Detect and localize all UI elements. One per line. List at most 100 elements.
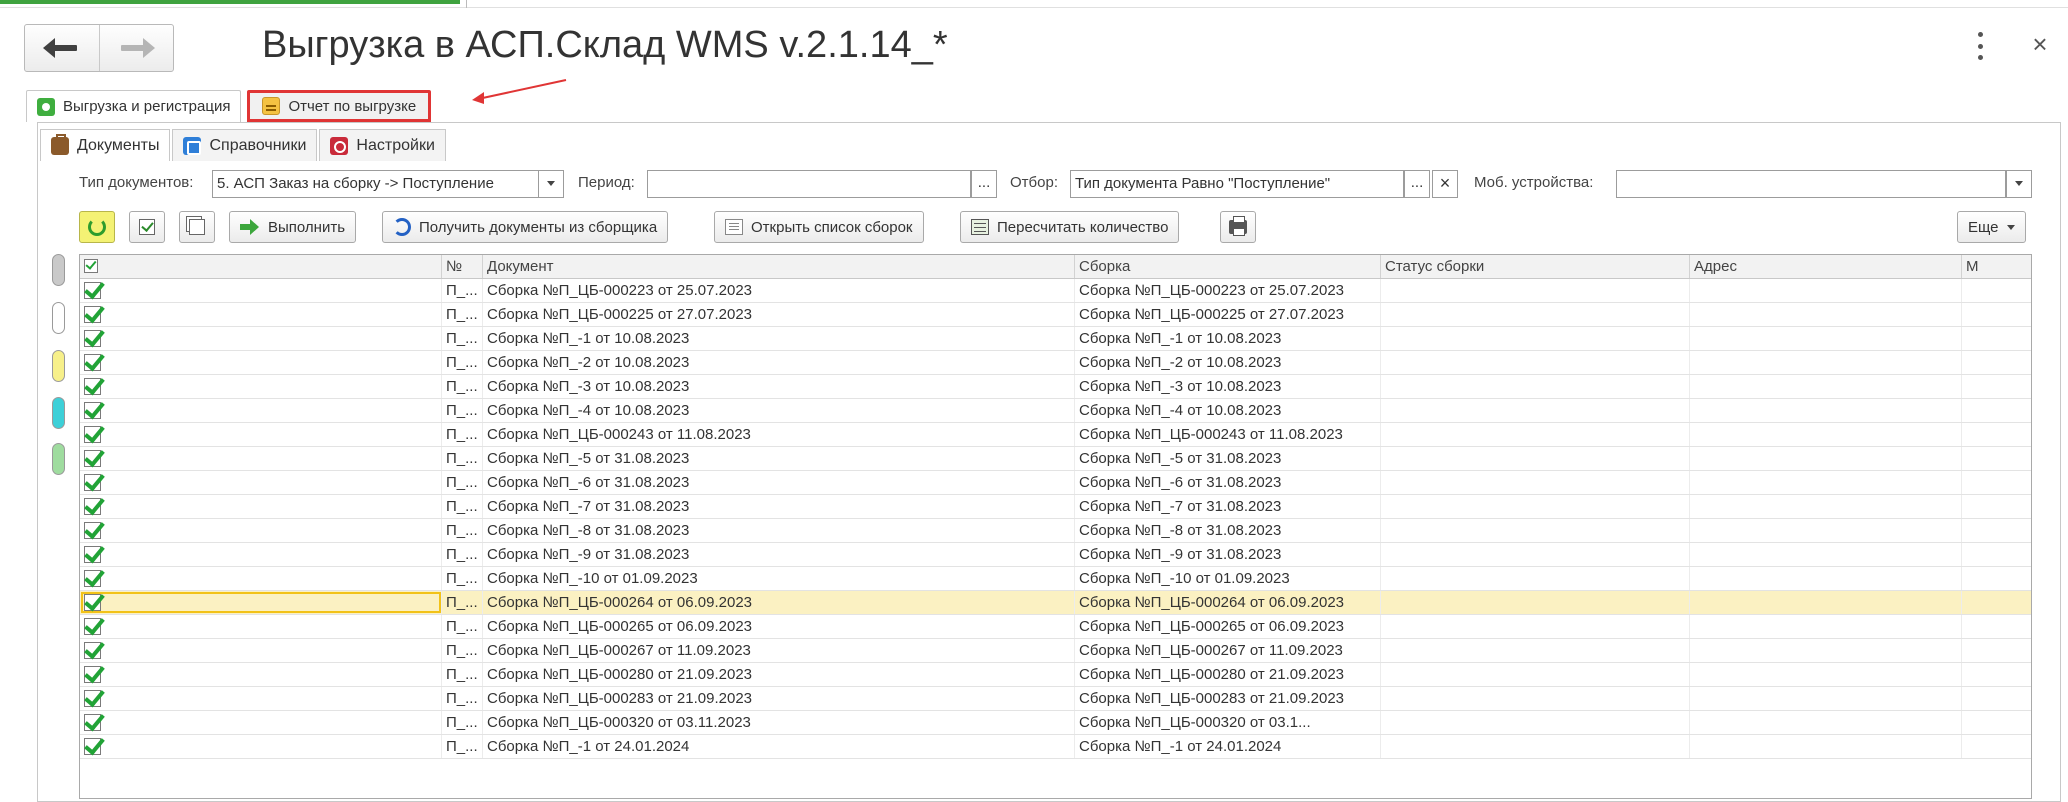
color-marker-gray[interactable] xyxy=(52,254,65,286)
print-button[interactable] xyxy=(1220,211,1256,243)
filter-select-button[interactable]: ... xyxy=(1404,170,1430,198)
close-icon[interactable]: × xyxy=(2028,31,2052,57)
checkmark-icon[interactable] xyxy=(84,690,101,707)
header-checkbox-icon[interactable] xyxy=(84,259,98,273)
open-assembly-list-button[interactable]: Открыть список сборок xyxy=(714,211,924,243)
table-row[interactable]: П_... Сборка №П_-1 от 24.01.2024 Сборка №П… xyxy=(80,735,2031,759)
table-row[interactable]: П_... Сборка №П_-1 от 10.08.2023 Сборка №П… xyxy=(80,327,2031,351)
row-checkbox-cell[interactable] xyxy=(80,423,442,446)
tab-upload-report[interactable]: Отчет по выгрузке xyxy=(247,90,432,122)
checkmark-icon[interactable] xyxy=(84,546,101,563)
filter-input[interactable]: Тип документа Равно "Поступление" xyxy=(1070,170,1404,198)
checkmark-icon[interactable] xyxy=(84,498,101,515)
doc-type-select[interactable]: 5. АСП Заказ на сборку -> Поступление xyxy=(212,170,564,198)
checkmark-icon[interactable] xyxy=(84,738,101,755)
row-checkbox-cell[interactable] xyxy=(80,543,442,566)
forward-button[interactable] xyxy=(98,25,174,71)
row-checkbox-cell[interactable] xyxy=(80,447,442,470)
more-menu-icon[interactable] xyxy=(1975,32,1985,60)
row-checkbox-cell[interactable] xyxy=(80,375,442,398)
row-checkbox-cell[interactable] xyxy=(80,591,442,614)
color-marker-white[interactable] xyxy=(52,302,65,334)
uncheck-all-button[interactable] xyxy=(179,211,215,243)
row-checkbox-cell[interactable] xyxy=(80,495,442,518)
table-row[interactable]: П_... Сборка №П_ЦБ-000283 от 21.09.2023 Сб… xyxy=(80,687,2031,711)
table-row[interactable]: П_... Сборка №П_ЦБ-000265 от 06.09.2023 Сб… xyxy=(80,615,2031,639)
checkmark-icon[interactable] xyxy=(84,450,101,467)
row-checkbox-cell[interactable] xyxy=(80,471,442,494)
table-row[interactable]: П_... Сборка №П_-3 от 10.08.2023 Сборка №П… xyxy=(80,375,2031,399)
column-header-status[interactable]: Статус сборки xyxy=(1381,255,1690,278)
table-row[interactable]: П_... Сборка №П_-9 от 31.08.2023 Сборка №П… xyxy=(80,543,2031,567)
color-marker-yellow[interactable] xyxy=(52,350,65,382)
table-row[interactable]: П_... Сборка №П_-8 от 31.08.2023 Сборка №П… xyxy=(80,519,2031,543)
checkmark-icon[interactable] xyxy=(84,618,101,635)
checkmark-icon[interactable] xyxy=(84,378,101,395)
table-row[interactable]: П_... Сборка №П_-4 от 10.08.2023 Сборка №П… xyxy=(80,399,2031,423)
refresh-button[interactable] xyxy=(79,211,115,243)
checkmark-icon[interactable] xyxy=(84,474,101,491)
checkmark-icon[interactable] xyxy=(84,282,101,299)
devices-select[interactable] xyxy=(1616,170,2006,198)
column-header-assembly[interactable]: Сборка xyxy=(1075,255,1381,278)
table-row[interactable]: П_... Сборка №П_-7 от 31.08.2023 Сборка №П… xyxy=(80,495,2031,519)
color-marker-green[interactable] xyxy=(52,443,65,475)
get-documents-button[interactable]: Получить документы из сборщика xyxy=(382,211,669,243)
row-checkbox-cell[interactable] xyxy=(80,615,442,638)
row-checkbox-cell[interactable] xyxy=(80,687,442,710)
row-checkbox-cell[interactable] xyxy=(80,663,442,686)
checkmark-icon[interactable] xyxy=(84,570,101,587)
table-row[interactable]: П_... Сборка №П_-6 от 31.08.2023 Сборка №П… xyxy=(80,471,2031,495)
checkmark-icon[interactable] xyxy=(84,426,101,443)
devices-dropdown-button[interactable] xyxy=(2006,170,2032,198)
table-row[interactable]: П_... Сборка №П_ЦБ-000267 от 11.09.2023 Сб… xyxy=(80,639,2031,663)
row-checkbox-cell[interactable] xyxy=(80,303,442,326)
column-header-document[interactable]: Документ xyxy=(483,255,1075,278)
column-header-address[interactable]: Адрес xyxy=(1690,255,1962,278)
table-row[interactable]: П_... Сборка №П_ЦБ-000320 от 03.11.2023 Сб… xyxy=(80,711,2031,735)
checkmark-icon[interactable] xyxy=(84,594,101,611)
row-checkbox-cell[interactable] xyxy=(80,711,442,734)
row-checkbox-cell[interactable] xyxy=(80,639,442,662)
row-checkbox-cell[interactable] xyxy=(80,279,442,302)
table-row[interactable]: П_... Сборка №П_ЦБ-000243 от 11.08.2023 Сб… xyxy=(80,423,2031,447)
checkmark-icon[interactable] xyxy=(84,714,101,731)
row-checkbox-cell[interactable] xyxy=(80,567,442,590)
tab-documents[interactable]: Документы xyxy=(40,129,171,161)
table-row[interactable]: П_... Сборка №П_ЦБ-000223 от 25.07.2023 Сб… xyxy=(80,279,2031,303)
color-marker-cyan[interactable] xyxy=(52,397,65,429)
tab-upload-registration[interactable]: Выгрузка и регистрация xyxy=(26,90,242,122)
checkmark-icon[interactable] xyxy=(84,402,101,419)
checkmark-icon[interactable] xyxy=(84,330,101,347)
row-checkbox-cell[interactable] xyxy=(80,735,442,758)
period-select-button[interactable]: ... xyxy=(971,170,997,198)
period-input[interactable] xyxy=(647,170,971,198)
table-row[interactable]: П_... Сборка №П_-10 от 01.09.2023 Сборка №… xyxy=(80,567,2031,591)
checkmark-icon[interactable] xyxy=(84,642,101,659)
column-header-check[interactable] xyxy=(80,255,442,278)
tab-catalogs[interactable]: Справочники xyxy=(172,129,318,161)
checkmark-icon[interactable] xyxy=(84,306,101,323)
more-button[interactable]: Еще xyxy=(1957,211,2026,243)
documents-table[interactable]: № Документ Сборка Статус сборки Адрес М … xyxy=(79,254,2032,799)
table-row[interactable]: П_... Сборка №П_ЦБ-000225 от 27.07.2023 Сб… xyxy=(80,303,2031,327)
tab-settings[interactable]: Настройки xyxy=(319,129,446,161)
table-row[interactable]: П_... Сборка №П_ЦБ-000280 от 21.09.2023 Сб… xyxy=(80,663,2031,687)
row-checkbox-cell[interactable] xyxy=(80,519,442,542)
check-all-button[interactable] xyxy=(129,211,165,243)
row-checkbox-cell[interactable] xyxy=(80,351,442,374)
column-header-m[interactable]: М xyxy=(1962,255,2031,278)
table-row[interactable]: П_... Сборка №П_ЦБ-000264 от 06.09.2023 Сб… xyxy=(80,591,2031,615)
execute-button[interactable]: Выполнить xyxy=(229,211,357,243)
row-checkbox-cell[interactable] xyxy=(80,399,442,422)
checkmark-icon[interactable] xyxy=(84,354,101,371)
row-checkbox-cell[interactable] xyxy=(80,327,442,350)
back-button[interactable] xyxy=(25,25,99,71)
checkmark-icon[interactable] xyxy=(84,522,101,539)
doc-type-dropdown-button[interactable] xyxy=(538,170,564,198)
recalculate-quantity-button[interactable]: Пересчитать количество xyxy=(960,211,1180,243)
table-row[interactable]: П_... Сборка №П_-5 от 31.08.2023 Сборка №П… xyxy=(80,447,2031,471)
column-header-number[interactable]: № xyxy=(442,255,483,278)
table-row[interactable]: П_... Сборка №П_-2 от 10.08.2023 Сборка №П… xyxy=(80,351,2031,375)
checkmark-icon[interactable] xyxy=(84,666,101,683)
